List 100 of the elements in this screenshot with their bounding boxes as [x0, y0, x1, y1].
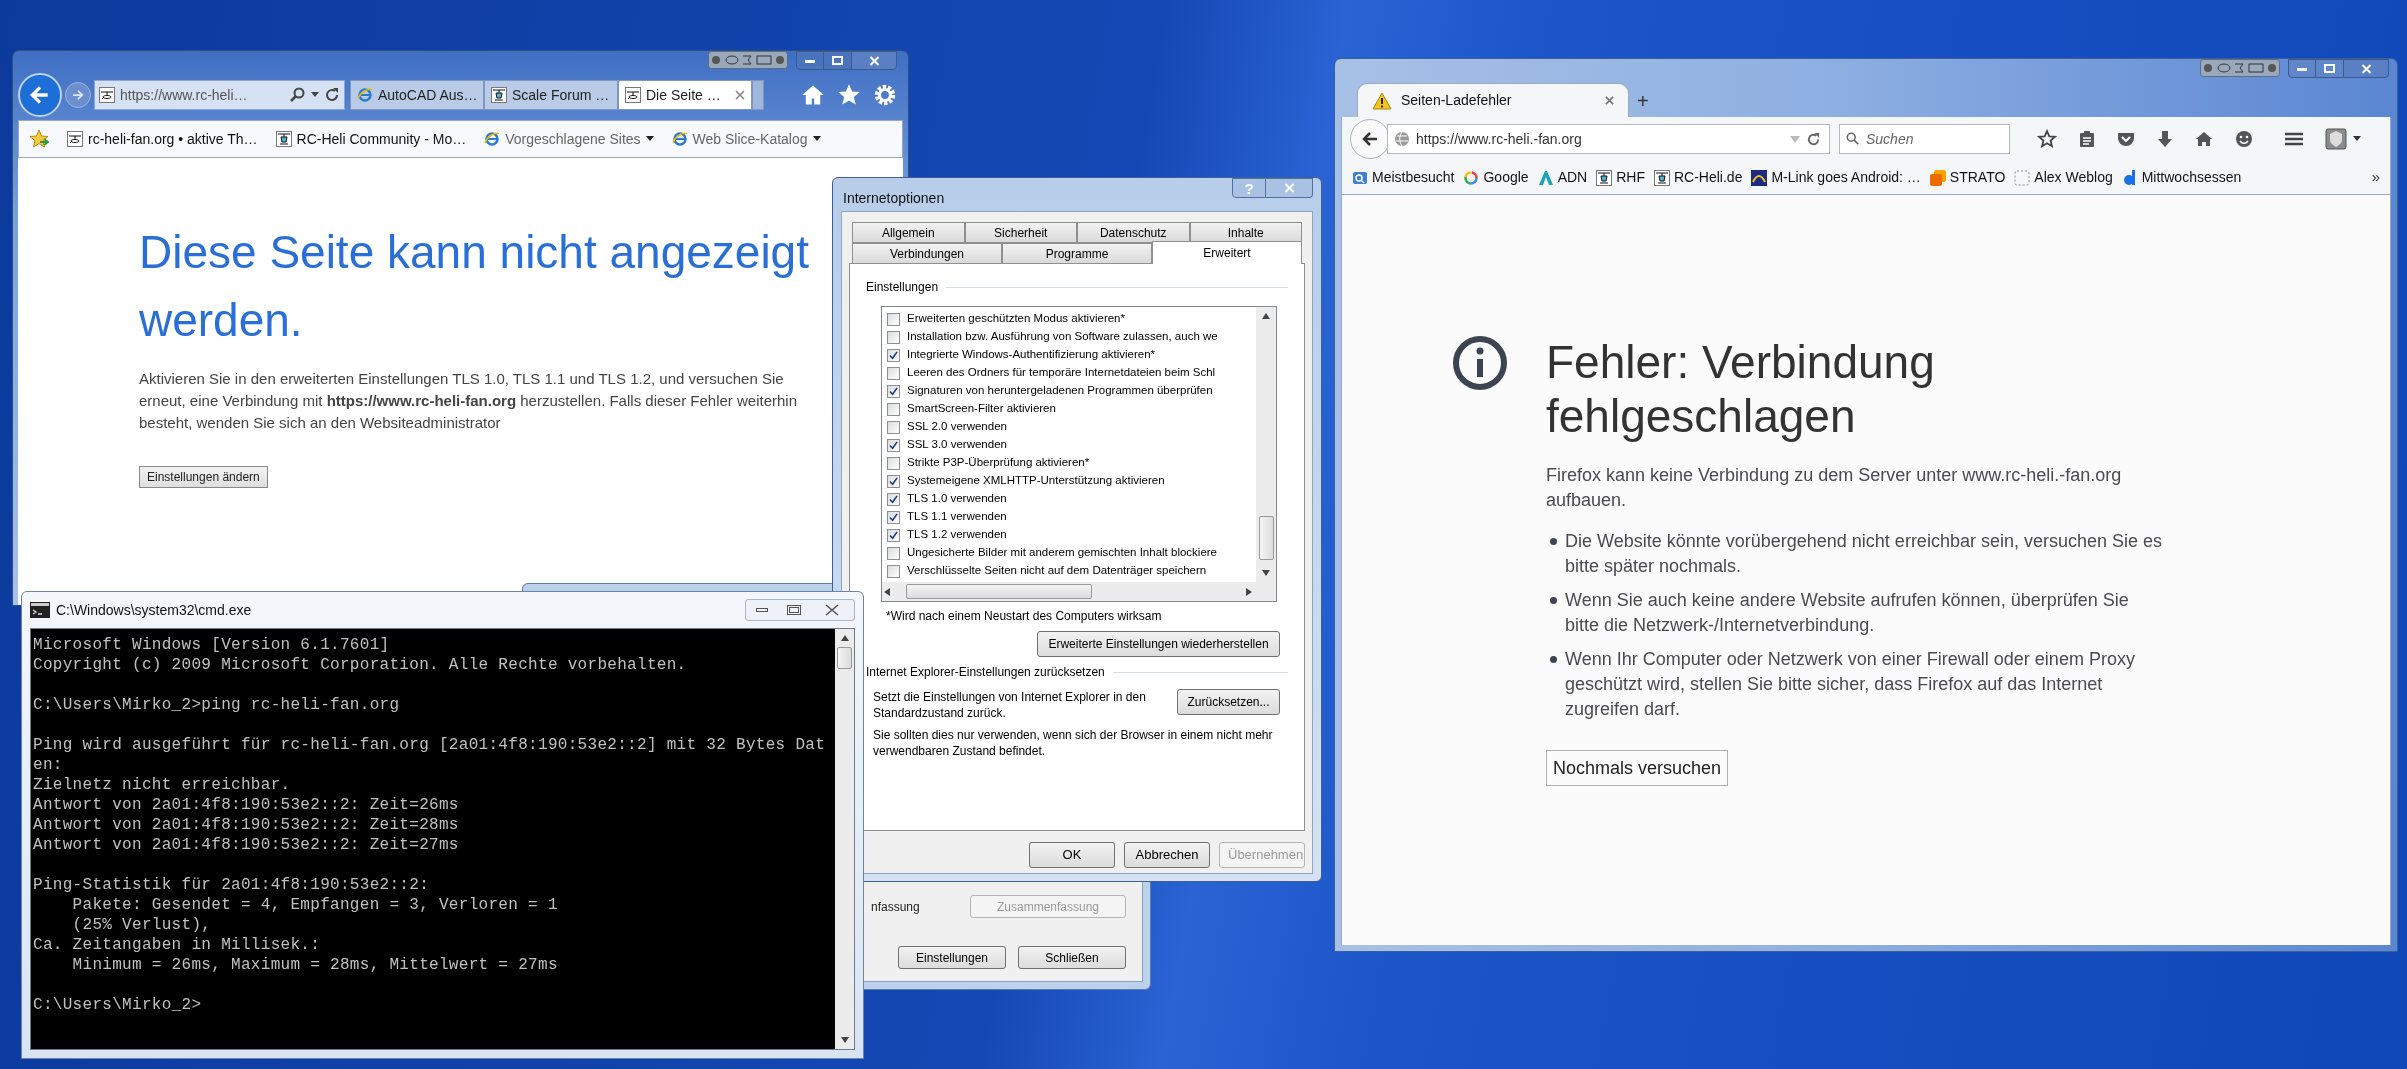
dialog-tab[interactable]: Allgemein: [852, 222, 965, 243]
back-button[interactable]: [1350, 119, 1390, 159]
minimize-button[interactable]: [796, 51, 824, 70]
settings-icon[interactable]: [873, 83, 897, 107]
star-icon[interactable]: [2037, 129, 2057, 149]
helicopter-icon: [275, 131, 292, 147]
favorites-star-icon[interactable]: [29, 129, 49, 149]
setting-label: Verschlüsselte Seiten nicht auf dem Datenträger speichern: [907, 563, 1207, 579]
star-icon[interactable]: [837, 83, 861, 107]
search-icon: [1846, 132, 1860, 146]
refresh-icon: [324, 87, 340, 103]
close-button[interactable]: [2343, 59, 2389, 78]
retry-button[interactable]: Nochmals versuchen: [1546, 750, 1729, 786]
close-button[interactable]: [851, 51, 897, 70]
restore-button[interactable]: Erweiterte Einstellungen wiederherstellen: [1037, 631, 1280, 657]
checkbox[interactable]: [887, 438, 900, 452]
checkbox[interactable]: [887, 528, 900, 542]
dialog-tab[interactable]: Erweitert: [1152, 241, 1302, 264]
vertical-scrollbar[interactable]: [835, 629, 854, 1049]
browser-tab[interactable]: Die Seite …: [618, 80, 752, 110]
maximize-button[interactable]: [2316, 59, 2343, 78]
setting-label: Leeren des Ordners für temporäre Internetdateien beim Schl: [907, 365, 1216, 381]
clipboard-icon[interactable]: [2079, 130, 2095, 148]
maximize-icon: [832, 56, 843, 65]
checkbox[interactable]: [887, 564, 900, 578]
checkbox[interactable]: [887, 348, 900, 362]
search-input[interactable]: Suchen: [1866, 128, 1996, 150]
helicopter-icon: [625, 87, 641, 103]
scroll-thumb[interactable]: [837, 647, 852, 669]
favorites-link[interactable]: rc-heli-fan.org • aktive Th…: [67, 128, 258, 150]
bookmark-link[interactable]: M-Link goes Android: …: [1751, 167, 1921, 188]
pocket-icon[interactable]: [2117, 131, 2135, 147]
new-tab-button[interactable]: +: [1637, 91, 1649, 111]
console-line: en:: [33, 755, 63, 775]
arrow-left-icon: [1362, 131, 1378, 147]
dialog-button[interactable]: OK: [1029, 842, 1115, 868]
bookmark-link[interactable]: RC-Heli.de: [1654, 167, 1743, 188]
checkbox[interactable]: [887, 456, 900, 470]
bookmark-link[interactable]: Alex Weblog: [2014, 167, 2113, 188]
checkbox[interactable]: [887, 330, 900, 344]
arrow-down-icon: [1262, 570, 1270, 576]
bookmark-link[interactable]: RHF: [1596, 167, 1645, 188]
overflow-button[interactable]: »: [2371, 166, 2380, 189]
title-bar-tools-icon: [2200, 59, 2280, 77]
bookmark-link[interactable]: STRATO: [1929, 167, 2006, 188]
caret-icon: [311, 92, 319, 98]
close-button[interactable]: [1266, 178, 1313, 198]
checkbox[interactable]: [887, 492, 900, 506]
home-icon[interactable]: [2195, 131, 2213, 147]
favorites-link[interactable]: RC-Heli Community - Mo…: [275, 128, 467, 150]
search-field[interactable]: Suchen: [1839, 124, 2010, 154]
dialog-button[interactable]: Einstellungen: [898, 946, 1006, 969]
forward-button[interactable]: [65, 82, 91, 108]
dialog-button[interactable]: Schließen: [1018, 946, 1126, 969]
browser-tab[interactable]: Scale Forum …: [484, 80, 618, 110]
checkbox[interactable]: [887, 546, 900, 560]
setting-label: SSL 3.0 verwenden: [907, 437, 1007, 453]
checkbox[interactable]: [887, 420, 900, 434]
horizontal-scrollbar[interactable]: [882, 582, 1256, 601]
address-field[interactable]: https://www.rc-heli…: [94, 80, 345, 110]
reset-button[interactable]: Zurücksetzen...: [1177, 689, 1280, 715]
download-icon[interactable]: [2157, 130, 2173, 148]
info-icon: [1452, 335, 1508, 391]
checkbox[interactable]: [887, 384, 900, 398]
bookmark-link[interactable]: Google: [1463, 167, 1529, 188]
checkbox[interactable]: [887, 474, 900, 488]
browser-tab[interactable]: Seiten-Ladefehler: [1357, 83, 1629, 117]
checkbox[interactable]: [887, 510, 900, 524]
checkbox[interactable]: [887, 366, 900, 380]
dialog-tab[interactable]: Verbindungen: [852, 243, 1002, 264]
browser-tab[interactable]: AutoCAD Aus…: [350, 80, 484, 110]
refresh-icon[interactable]: [1806, 131, 1821, 147]
bookmark-link[interactable]: Meistbesucht: [1352, 167, 1455, 188]
checkbox[interactable]: [887, 312, 900, 326]
scroll-thumb[interactable]: [1258, 516, 1274, 560]
shield-icon[interactable]: [2325, 128, 2347, 150]
smiley-icon[interactable]: [2235, 130, 2253, 148]
favorites-link[interactable]: Web Slice-Katalog: [671, 128, 821, 150]
bookmark-link[interactable]: Mittwochsessen: [2121, 167, 2242, 188]
dialog-tab[interactable]: Datenschutz: [1077, 222, 1190, 243]
dialog-tab[interactable]: Programme: [1002, 243, 1152, 264]
favorites-link[interactable]: Vorgeschlagene Sites: [484, 128, 654, 150]
change-settings-button[interactable]: Einstellungen ändern: [139, 466, 268, 488]
url-field[interactable]: https://www.rc-heli.-fan.org: [1387, 124, 1830, 154]
arrow-left-icon: [29, 84, 51, 106]
home-icon[interactable]: [801, 83, 825, 107]
menu-icon[interactable]: [2285, 132, 2303, 146]
bookmark-link[interactable]: ADN: [1537, 167, 1588, 188]
close-icon: [1283, 183, 1295, 193]
console-line: Ping-Statistik für 2a01:4f8:190:53e2::2:: [33, 875, 430, 895]
minimize-button[interactable]: [2288, 59, 2316, 78]
maximize-button[interactable]: [824, 51, 851, 70]
bullet-text: Wenn Ihr Computer oder Netzwerk von einer Firewall oder einem Proxy geschützt wird, stellen Sie bitte sicher, dass Firefox auf das Internet zugreifen darf.: [1565, 648, 2136, 721]
checkbox[interactable]: [887, 402, 900, 416]
dialog-button[interactable]: Abbrechen: [1124, 842, 1210, 868]
vertical-scrollbar[interactable]: [1256, 307, 1276, 601]
error-message: Aktivieren Sie in den erweiterten Einstellungen TLS 1.0, TLS 1.1 und TLS 1.2, und versuchen Sie erneut, eine Verbindung mit https://www.rc-heli-fan.org herzustellen. Falls dieser Fehler weiterhin besteht, wenden Sie sich an den Websiteadministrator: [139, 369, 799, 433]
dialog-tab[interactable]: Sicherheit: [964, 222, 1077, 243]
error-description: Firefox kann keine Verbindung zu dem Server unter www.rc-heli.-fan.org aufbauen.: [1546, 464, 2123, 512]
scroll-thumb[interactable]: [906, 584, 1092, 599]
